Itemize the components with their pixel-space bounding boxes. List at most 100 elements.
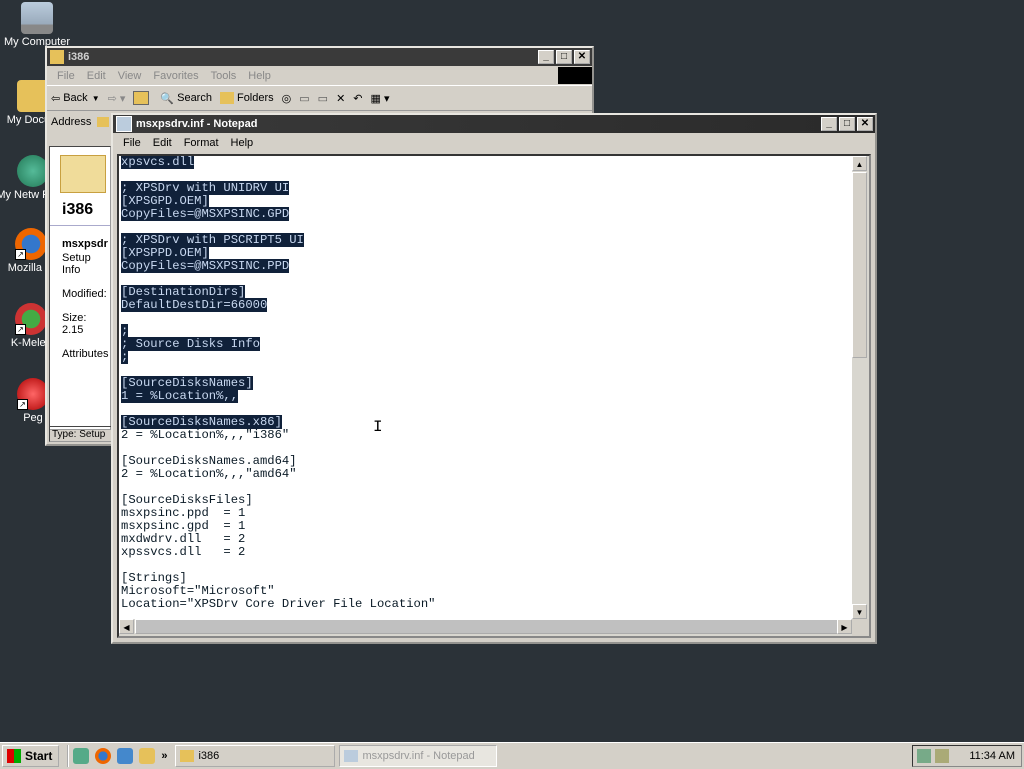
move-to-button[interactable]: ▭ xyxy=(299,92,309,105)
quick-launch: » xyxy=(67,745,171,767)
text-content[interactable]: xpsvcs.dll ; XPSDrv with UNIDRV UI [XPSGPD… xyxy=(119,156,852,619)
explorer-status-bar: Type: Setup xyxy=(49,426,113,442)
move-to-icon: ▭ xyxy=(299,92,310,105)
explorer-icon[interactable] xyxy=(139,748,156,764)
views-button[interactable]: ▦ ▾ xyxy=(371,92,390,105)
search-icon: 🔍 xyxy=(160,92,175,105)
large-folder-icon xyxy=(60,155,106,193)
volume-icon[interactable] xyxy=(935,749,949,763)
text-line-content: [DestinationDirs] xyxy=(121,285,246,299)
taskbar-button-notepad[interactable]: msxpsdrv.inf - Notepad xyxy=(339,745,498,767)
views-icon: ▦ ▾ xyxy=(370,92,390,105)
menu-format[interactable]: Format xyxy=(178,137,225,149)
show-desktop-icon[interactable] xyxy=(73,748,90,764)
scroll-down-button[interactable]: ▼ xyxy=(852,604,867,619)
text-editor[interactable]: xpsvcs.dll ; XPSDrv with UNIDRV UI [XPSGPD… xyxy=(117,154,871,638)
maximize-button[interactable]: □ xyxy=(839,117,855,131)
menu-file[interactable]: File xyxy=(51,70,81,82)
delete-button[interactable]: ✕ xyxy=(336,92,345,105)
address-label: Address xyxy=(51,116,92,128)
outlook-icon[interactable] xyxy=(117,748,134,764)
text-line-content: Microsoft="Microsoft" xyxy=(121,584,275,598)
notepad-icon xyxy=(344,750,359,762)
explorer-details-panel: i386 msxpsdr Setup Info Modified: Size: … xyxy=(49,146,111,430)
panel-file-name: msxpsdr xyxy=(62,238,108,250)
close-button[interactable]: ✕ xyxy=(857,117,873,131)
panel-folder-title: i386 xyxy=(62,201,94,218)
menu-help[interactable]: Help xyxy=(225,137,260,149)
text-line-content: [XPSGPD.OEM] xyxy=(121,194,209,208)
text-line: DefaultDestDir=66000 xyxy=(121,298,852,312)
text-line: 2 = %Location%,,,"amd64" xyxy=(121,468,852,481)
text-line-content: [Strings] xyxy=(121,571,187,585)
delete-icon: ✕ xyxy=(336,92,346,105)
text-line-content: [SourceDisksNames.x86] xyxy=(121,415,282,429)
folders-button[interactable]: Folders xyxy=(219,92,274,104)
chevron-down-icon: ▼ xyxy=(91,93,100,103)
minimize-button[interactable]: _ xyxy=(538,50,554,64)
vertical-scrollbar[interactable]: ▲ ▼ xyxy=(852,156,869,619)
up-folder-icon xyxy=(133,91,150,105)
history-button[interactable]: ◎ xyxy=(282,92,292,105)
text-line: xpssvcs.dll = 2 xyxy=(121,546,852,559)
back-button[interactable]: ⇦ Back ▼ xyxy=(51,92,100,105)
firefox-icon: ↗ xyxy=(15,228,47,260)
text-line-content: [SourceDisksNames.amd64] xyxy=(121,454,297,468)
panel-size: Size: 2.15 xyxy=(62,312,87,336)
explorer-titlebar[interactable]: i386 _ □ ✕ xyxy=(47,48,592,66)
menu-view[interactable]: View xyxy=(112,70,148,82)
text-line-content: ; Source Disks Info xyxy=(121,337,260,351)
panel-modified: Modified: xyxy=(62,288,107,300)
undo-button[interactable]: ↶ xyxy=(353,92,362,105)
copy-to-button[interactable]: ▭ xyxy=(318,92,328,105)
maximize-button[interactable]: □ xyxy=(556,50,572,64)
text-line xyxy=(121,312,852,325)
text-line-content: 2 = %Location%,,,"i386" xyxy=(121,428,290,442)
resize-grip[interactable] xyxy=(852,619,869,636)
panel-file-type: Setup Info xyxy=(62,252,91,276)
menu-edit[interactable]: Edit xyxy=(147,137,178,149)
back-label: Back xyxy=(63,92,88,104)
text-line-content: CopyFiles=@MSXPSINC.PPD xyxy=(121,259,290,273)
text-line-content: [SourceDisksNames] xyxy=(121,376,253,390)
up-folder-button[interactable] xyxy=(133,91,152,105)
my-computer-icon xyxy=(21,2,53,34)
network-icon[interactable] xyxy=(917,749,931,763)
menu-help[interactable]: Help xyxy=(242,70,277,82)
close-button[interactable]: ✕ xyxy=(574,50,590,64)
scroll-thumb[interactable] xyxy=(852,172,867,358)
text-line: CopyFiles=@MSXPSINC.GPD xyxy=(121,207,852,221)
start-button[interactable]: Start xyxy=(2,745,60,767)
minimize-button[interactable]: _ xyxy=(821,117,837,131)
text-line xyxy=(121,559,852,572)
taskbar: Start » i386 msxpsdrv.inf - Notepad 11:3… xyxy=(0,742,1024,769)
scroll-right-button[interactable]: ▶ xyxy=(837,619,852,634)
menu-edit[interactable]: Edit xyxy=(81,70,112,82)
menu-favorites[interactable]: Favorites xyxy=(147,70,204,82)
windows-logo-icon xyxy=(7,749,21,763)
menu-tools[interactable]: Tools xyxy=(205,70,243,82)
desktop-icon-my-computer[interactable]: My Computer xyxy=(0,2,74,49)
text-line-content: CopyFiles=@MSXPSINC.GPD xyxy=(121,207,290,221)
overflow-chevron[interactable]: » xyxy=(161,750,167,762)
scroll-thumb[interactable] xyxy=(135,619,841,634)
search-button[interactable]: 🔍 Search xyxy=(160,92,212,105)
search-label: Search xyxy=(177,92,212,104)
taskbar-button-explorer[interactable]: i386 xyxy=(175,745,336,767)
window-title: i386 xyxy=(68,51,90,63)
scroll-up-button[interactable]: ▲ xyxy=(852,156,867,171)
firefox-icon[interactable] xyxy=(95,748,112,764)
text-line-content: DefaultDestDir=66000 xyxy=(121,298,268,312)
scroll-left-button[interactable]: ◀ xyxy=(119,619,134,634)
folders-label: Folders xyxy=(236,92,274,104)
clock[interactable]: 11:34 AM xyxy=(969,750,1015,762)
notepad-titlebar[interactable]: msxpsdrv.inf - Notepad _ □ ✕ xyxy=(113,115,875,133)
copy-to-icon: ▭ xyxy=(317,92,329,105)
forward-button[interactable]: ⇨ ▾ xyxy=(108,92,126,105)
explorer-menubar: File Edit View Favorites Tools Help xyxy=(47,66,592,85)
notepad-window[interactable]: msxpsdrv.inf - Notepad _ □ ✕ File Edit F… xyxy=(111,113,877,644)
text-line: ; Source Disks Info xyxy=(121,337,852,351)
horizontal-scrollbar[interactable]: ◀ ▶ xyxy=(119,619,852,636)
menu-file[interactable]: File xyxy=(117,137,147,149)
task-label: i386 xyxy=(198,750,220,762)
